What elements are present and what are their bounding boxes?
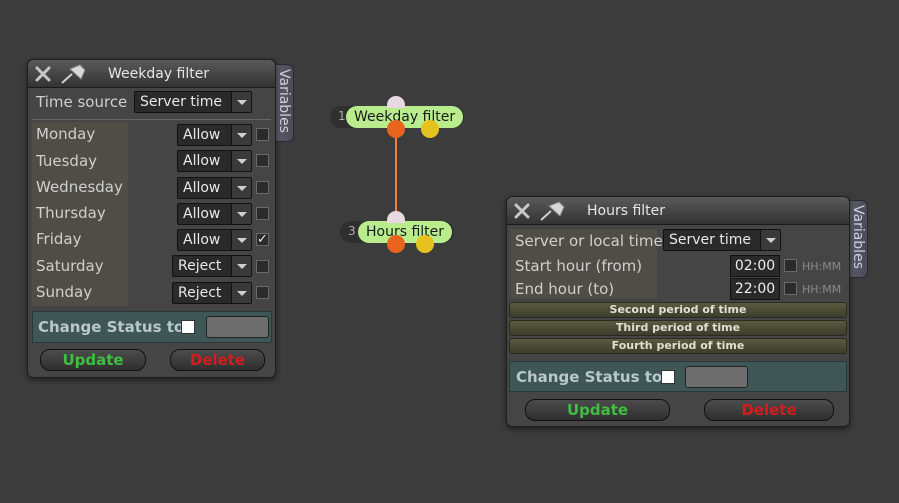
pin-icon[interactable] bbox=[537, 200, 567, 222]
node-label[interactable]: Weekday filter bbox=[346, 106, 464, 128]
day-checkbox[interactable] bbox=[256, 128, 269, 141]
change-status-checkbox[interactable] bbox=[181, 320, 195, 334]
pin-icon[interactable] bbox=[58, 63, 88, 85]
time-mode-select[interactable]: Server time bbox=[663, 229, 781, 251]
node-label[interactable]: Hours filter bbox=[358, 221, 453, 243]
change-status-box: Change Status to bbox=[509, 361, 847, 392]
panel-header: Weekday filter bbox=[28, 60, 275, 88]
hours-filter-panel: Hours filter Server or local time Server… bbox=[506, 196, 850, 427]
chevron-down-icon bbox=[231, 283, 251, 303]
variables-tab[interactable]: Variables bbox=[274, 64, 294, 142]
day-checkbox[interactable] bbox=[256, 286, 269, 299]
day-label: Monday bbox=[36, 125, 96, 143]
day-select[interactable]: Allow bbox=[177, 229, 252, 251]
output-port-yellow[interactable] bbox=[421, 120, 439, 138]
change-status-checkbox[interactable] bbox=[661, 370, 675, 384]
chevron-down-icon bbox=[760, 230, 780, 250]
close-icon[interactable] bbox=[34, 65, 52, 83]
second-period-bar[interactable]: Second period of time bbox=[509, 302, 847, 318]
start-format-hint: HH:MM bbox=[802, 260, 842, 273]
fourth-period-bar[interactable]: Fourth period of time bbox=[509, 338, 847, 354]
time-source-label: Time source bbox=[36, 93, 128, 111]
day-select[interactable]: Reject bbox=[172, 255, 252, 277]
update-button[interactable]: Update bbox=[40, 349, 146, 371]
day-checkbox[interactable] bbox=[256, 181, 269, 194]
start-hour-input[interactable]: 02:00 bbox=[730, 255, 780, 277]
input-port[interactable] bbox=[387, 211, 405, 223]
panel-title: Hours filter bbox=[587, 203, 666, 219]
output-port-yellow[interactable] bbox=[416, 235, 434, 253]
end-hour-input[interactable]: 22:00 bbox=[730, 278, 780, 300]
update-button[interactable]: Update bbox=[525, 399, 670, 421]
end-hour-checkbox[interactable] bbox=[784, 282, 797, 295]
day-checkbox[interactable] bbox=[256, 154, 269, 167]
day-label: Tuesday bbox=[36, 152, 98, 170]
day-label: Friday bbox=[36, 230, 82, 248]
delete-button[interactable]: Delete bbox=[170, 349, 265, 371]
day-select[interactable]: Allow bbox=[177, 150, 252, 172]
output-port-orange[interactable] bbox=[387, 235, 405, 253]
chevron-down-icon bbox=[231, 92, 251, 112]
day-select[interactable]: Allow bbox=[177, 177, 252, 199]
chevron-down-icon bbox=[231, 151, 251, 171]
day-label: Saturday bbox=[36, 257, 104, 275]
close-icon[interactable] bbox=[513, 202, 531, 220]
output-port-orange[interactable] bbox=[387, 120, 405, 138]
day-checkbox[interactable] bbox=[256, 207, 269, 220]
chevron-down-icon bbox=[231, 230, 251, 250]
time-source-select[interactable]: Server time bbox=[134, 91, 252, 113]
node-number: 3 bbox=[348, 224, 356, 238]
start-hour-checkbox[interactable] bbox=[784, 259, 797, 272]
status-input[interactable] bbox=[206, 316, 269, 338]
day-checkbox[interactable] bbox=[256, 260, 269, 273]
weekday-filter-panel: Weekday filter Time source Server time M… bbox=[27, 59, 276, 378]
day-select[interactable]: Reject bbox=[172, 282, 252, 304]
third-period-bar[interactable]: Third period of time bbox=[509, 320, 847, 336]
node-number: 1 bbox=[338, 109, 346, 123]
status-input[interactable] bbox=[685, 366, 748, 388]
panel-header: Hours filter bbox=[507, 197, 849, 225]
day-select[interactable]: Allow bbox=[177, 124, 252, 146]
end-format-hint: HH:MM bbox=[802, 283, 842, 296]
chevron-down-icon bbox=[231, 256, 251, 276]
day-checkbox[interactable]: ✓ bbox=[256, 233, 269, 246]
chevron-down-icon bbox=[231, 204, 251, 224]
change-status-label: Change Status to bbox=[38, 318, 185, 336]
chevron-down-icon bbox=[231, 178, 251, 198]
start-hour-label: Start hour (from) bbox=[515, 257, 643, 275]
delete-button[interactable]: Delete bbox=[704, 399, 834, 421]
change-status-box: Change Status to bbox=[32, 311, 272, 343]
day-label: Sunday bbox=[36, 283, 93, 301]
variables-tab[interactable]: Variables bbox=[848, 200, 868, 278]
input-port[interactable] bbox=[387, 96, 405, 108]
day-label: Thursday bbox=[36, 204, 106, 222]
change-status-label: Change Status to bbox=[516, 368, 663, 386]
divider bbox=[32, 119, 271, 120]
time-mode-label: Server or local time bbox=[515, 232, 663, 250]
chevron-down-icon bbox=[231, 125, 251, 145]
day-select[interactable]: Allow bbox=[177, 203, 252, 225]
day-label: Wednesday bbox=[36, 178, 123, 196]
end-hour-label: End hour (to) bbox=[515, 280, 615, 298]
panel-title: Weekday filter bbox=[108, 66, 210, 82]
